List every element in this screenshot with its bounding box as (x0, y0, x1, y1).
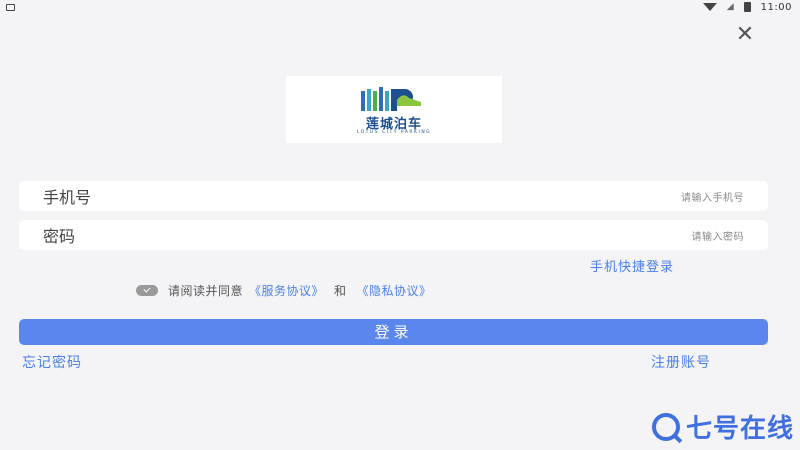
status-time: 11:00 (760, 1, 792, 13)
agreement-and: 和 (334, 283, 347, 298)
register-link[interactable]: 注册账号 (651, 352, 711, 372)
status-bar: ◢ 11:00 (0, 0, 800, 14)
password-label: 密码 (43, 227, 76, 246)
watermark-logo-icon (652, 412, 680, 441)
battery-icon (743, 2, 751, 12)
phone-label: 手机号 (43, 188, 92, 207)
phone-placeholder: 请输入手机号 (681, 192, 744, 204)
agreement-prefix: 请阅读并同意 (168, 283, 244, 298)
password-placeholder: 请输入密码 (691, 231, 744, 243)
password-field[interactable]: 密码 请输入密码 (19, 220, 768, 250)
logo-mark-icon (361, 87, 421, 111)
wifi-icon (702, 3, 717, 11)
privacy-agreement-link[interactable]: 《隐私协议》 (357, 282, 432, 299)
app-logo: 莲城泊车 LOTUS CITY PARKING (286, 76, 502, 143)
agreement-checkbox[interactable] (136, 284, 158, 296)
login-screen: ◢ 11:00 ✕ 莲城泊车 LOTUS CITY PARKING 手机号 请输… (0, 0, 800, 450)
phone-field[interactable]: 手机号 请输入手机号 (19, 181, 768, 211)
watermark-text: 七号在线 (686, 414, 795, 444)
forgot-password-link[interactable]: 忘记密码 (22, 352, 82, 372)
quick-login-link[interactable]: 手机快捷登录 (590, 256, 674, 275)
agreement-row: 请阅读并同意 《服务协议》 和 《隐私协议》 (136, 282, 438, 298)
logo-subtitle: LOTUS CITY PARKING (356, 130, 432, 135)
watermark: 七号在线 (652, 408, 794, 445)
signal-icon: ◢ (726, 2, 734, 12)
close-icon: ✕ (735, 22, 755, 47)
image-icon (6, 3, 15, 11)
login-button[interactable]: 登录 (19, 319, 768, 345)
service-agreement-link[interactable]: 《服务协议》 (249, 282, 324, 299)
close-button[interactable]: ✕ (732, 22, 758, 48)
